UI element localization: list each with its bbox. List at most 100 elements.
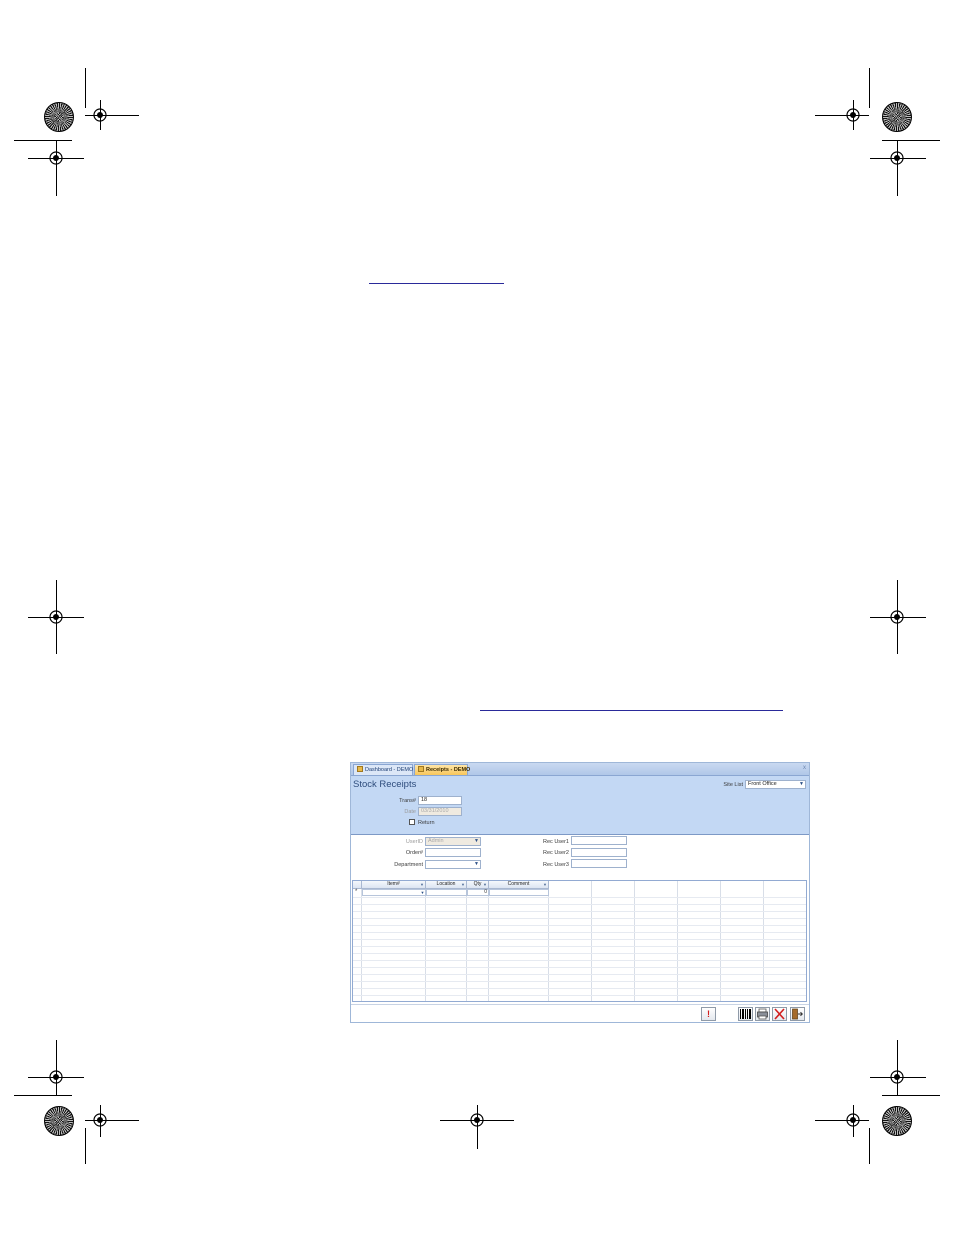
- item-cell[interactable]: ▼: [362, 889, 426, 896]
- column-header-item[interactable]: Item# ▼: [362, 881, 426, 889]
- crop-line: [897, 1040, 898, 1096]
- form-icon: [357, 766, 363, 772]
- table-row: [353, 925, 806, 926]
- column-header-label: Comment: [507, 881, 530, 887]
- site-list-select[interactable]: Front Office ▼: [745, 780, 806, 789]
- table-row: [353, 939, 806, 940]
- registration-mark-icon: [92, 1112, 108, 1128]
- chevron-down-icon[interactable]: ▼: [473, 861, 480, 868]
- delete-icon: [774, 1008, 785, 1020]
- table-row: [353, 995, 806, 996]
- registration-mark-icon: [889, 1069, 905, 1085]
- registration-mark-icon: [92, 107, 108, 123]
- table-row: [353, 960, 806, 961]
- table-row: [353, 932, 806, 933]
- link-underline[interactable]: [480, 710, 783, 711]
- column-header-location[interactable]: Location ▼: [426, 881, 467, 889]
- grid-line: [677, 881, 678, 1001]
- grid-line: [361, 881, 362, 1001]
- color-rosette-icon: [882, 1106, 912, 1136]
- barcode-button[interactable]: [738, 1007, 753, 1021]
- rec-user1-field[interactable]: [571, 836, 627, 845]
- rec-user3-label: Rec User3: [543, 862, 569, 868]
- chevron-down-icon[interactable]: ▼: [473, 838, 480, 845]
- column-header-qty[interactable]: Qty ▼: [467, 881, 489, 889]
- tab-dashboard[interactable]: Dashboard - DEMO: [353, 764, 413, 775]
- rec-user3-field[interactable]: [571, 859, 627, 868]
- column-header-label: Qty: [473, 881, 482, 887]
- crop-line: [14, 1095, 72, 1096]
- grid-line: [720, 881, 721, 1001]
- grid-line: [591, 881, 592, 1001]
- select-all-cell[interactable]: [353, 881, 362, 889]
- print-button[interactable]: [755, 1007, 770, 1021]
- grid-line: [466, 881, 467, 1001]
- chevron-down-icon[interactable]: ▼: [798, 781, 805, 788]
- barcode-icon: [740, 1009, 751, 1019]
- grid-line: [548, 881, 549, 1001]
- new-row-marker: *: [355, 889, 358, 895]
- table-row: [353, 953, 806, 954]
- items-datasheet[interactable]: Item# ▼ Location ▼ Qty ▼ Comment ▼ * ▼ 0: [352, 880, 807, 1002]
- delete-button[interactable]: [772, 1007, 787, 1021]
- registration-mark-icon: [469, 1112, 485, 1128]
- alert-icon: !: [707, 1009, 710, 1019]
- site-list-label: Site List: [723, 782, 743, 788]
- crop-line: [56, 140, 57, 196]
- tab-receipts[interactable]: Receipts - DEMO: [414, 764, 471, 775]
- userid-select[interactable]: Admin ▼: [425, 837, 481, 846]
- chevron-down-icon[interactable]: ▼: [420, 890, 425, 895]
- table-row: [353, 904, 806, 905]
- comment-cell[interactable]: [489, 889, 549, 896]
- form-title: Stock Receipts: [353, 779, 417, 790]
- crop-line: [56, 1040, 57, 1096]
- grid-line: [488, 881, 489, 1001]
- form-header: Stock Receipts Trans# 18 Date 03/31/2010…: [351, 776, 809, 835]
- crop-line: [882, 140, 940, 141]
- order-field[interactable]: [425, 848, 481, 857]
- userid-label: UserID: [405, 839, 423, 845]
- rec-user2-field[interactable]: [571, 848, 627, 857]
- form-icon: [418, 766, 424, 772]
- table-row: [353, 988, 806, 989]
- return-checkbox[interactable]: [409, 819, 415, 825]
- exit-icon: [792, 1008, 804, 1020]
- table-row: [353, 897, 806, 898]
- sort-arrow-icon[interactable]: ▼: [483, 881, 487, 888]
- registration-mark-icon: [889, 609, 905, 625]
- date-label: Date: [404, 809, 416, 815]
- color-rosette-icon: [44, 1106, 74, 1136]
- date-field[interactable]: 03/31/2010: [418, 807, 462, 816]
- sort-arrow-icon[interactable]: ▼: [420, 881, 424, 888]
- sort-arrow-icon[interactable]: ▼: [461, 881, 465, 888]
- exit-button[interactable]: [790, 1007, 805, 1021]
- column-header-label: Location: [436, 881, 456, 887]
- sort-arrow-icon[interactable]: ▼: [543, 881, 547, 888]
- grid-line: [425, 881, 426, 1001]
- crop-line: [897, 140, 898, 196]
- site-list-value: Front Office: [748, 781, 777, 787]
- trans-field[interactable]: 18: [418, 796, 462, 805]
- crop-line: [869, 1128, 870, 1164]
- location-cell[interactable]: [426, 889, 467, 896]
- qty-cell[interactable]: 0: [467, 889, 489, 896]
- userid-value: Admin: [428, 838, 444, 844]
- column-header-comment[interactable]: Comment ▼: [489, 881, 549, 889]
- alert-button[interactable]: !: [701, 1007, 716, 1021]
- department-label: Department: [394, 862, 423, 868]
- close-tab-icon[interactable]: x: [803, 765, 806, 771]
- color-rosette-icon: [44, 102, 74, 132]
- grid-line: [763, 881, 764, 1001]
- screenshot-bottom-rule: [350, 1022, 810, 1023]
- registration-mark-icon: [48, 609, 64, 625]
- trans-label: Trans#: [399, 798, 416, 804]
- crop-line: [882, 1095, 940, 1096]
- crop-line: [85, 68, 86, 108]
- link-underline[interactable]: [369, 283, 504, 284]
- table-row: [353, 946, 806, 947]
- department-select[interactable]: ▼: [425, 860, 481, 869]
- print-icon: [757, 1008, 768, 1020]
- tab-label: Receipts - DEMO: [426, 767, 471, 773]
- rec-user2-label: Rec User2: [543, 850, 569, 856]
- table-row: [353, 981, 806, 982]
